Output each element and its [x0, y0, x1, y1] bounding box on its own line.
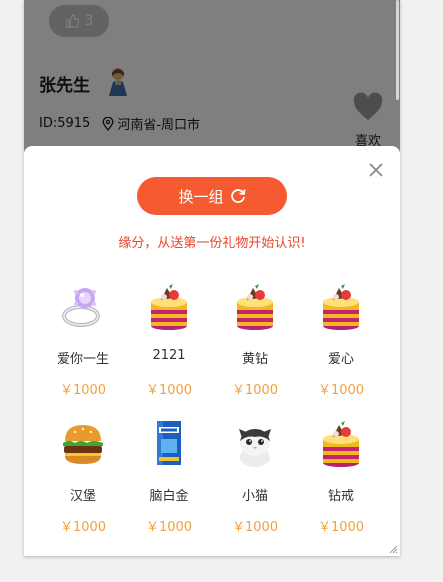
- kitten-icon: [239, 429, 271, 467]
- gift-name: 小猫: [241, 489, 268, 504]
- gift-price: ￥1000: [145, 383, 193, 398]
- cake-icon: [323, 421, 359, 467]
- resize-handle-icon[interactable]: [388, 544, 398, 554]
- gift-item[interactable]: 钻戒 ￥1000: [298, 417, 384, 535]
- gift-item[interactable]: 汉堡 ￥1000: [40, 417, 126, 535]
- gift-name: 钻戒: [327, 489, 354, 504]
- gift-name: 汉堡: [69, 489, 96, 504]
- gift-price: ￥1000: [231, 520, 279, 535]
- app-screen: 3 张先生 ID:5915 河南省-周口市 喜欢: [24, 0, 400, 556]
- gift-sheet: 换一组 缘分，从送第一份礼物开始认识! 爱你一生 ￥1000 2121 ￥100…: [24, 146, 400, 556]
- gift-item[interactable]: 2121 ￥1000: [126, 280, 212, 398]
- gift-name: 2121: [152, 348, 186, 363]
- gift-item[interactable]: 脑白金 ￥1000: [126, 417, 212, 535]
- gift-item[interactable]: 小猫 ￥1000: [212, 417, 298, 535]
- gift-price: ￥1000: [317, 520, 365, 535]
- cake-icon: [237, 284, 273, 330]
- scrollbar[interactable]: [396, 0, 399, 100]
- gift-name: 黄钻: [241, 352, 268, 367]
- gift-name: 脑白金: [149, 489, 189, 504]
- cake-icon: [323, 284, 359, 330]
- gift-price: ￥1000: [317, 383, 365, 398]
- gift-item[interactable]: 爱你一生 ￥1000: [40, 280, 126, 398]
- refresh-label: 换一组: [178, 187, 224, 206]
- refresh-icon: [230, 189, 245, 203]
- burger-icon: [63, 425, 103, 464]
- diamond-ring-icon: [62, 288, 100, 327]
- refresh-gifts-button[interactable]: 换一组: [137, 177, 287, 215]
- gift-box-icon: [157, 421, 181, 465]
- gift-price: ￥1000: [145, 520, 193, 535]
- gift-item[interactable]: 爱心 ￥1000: [298, 280, 384, 398]
- cake-icon: [151, 284, 187, 330]
- gift-item[interactable]: 黄钻 ￥1000: [212, 280, 298, 398]
- gift-name: 爱心: [327, 352, 354, 367]
- gift-price: ￥1000: [59, 383, 107, 398]
- gift-price: ￥1000: [59, 520, 107, 535]
- gift-tagline: 缘分，从送第一份礼物开始认识!: [118, 236, 306, 251]
- gift-price: ￥1000: [231, 383, 279, 398]
- close-icon[interactable]: [368, 162, 384, 178]
- gift-name: 爱你一生: [56, 352, 109, 367]
